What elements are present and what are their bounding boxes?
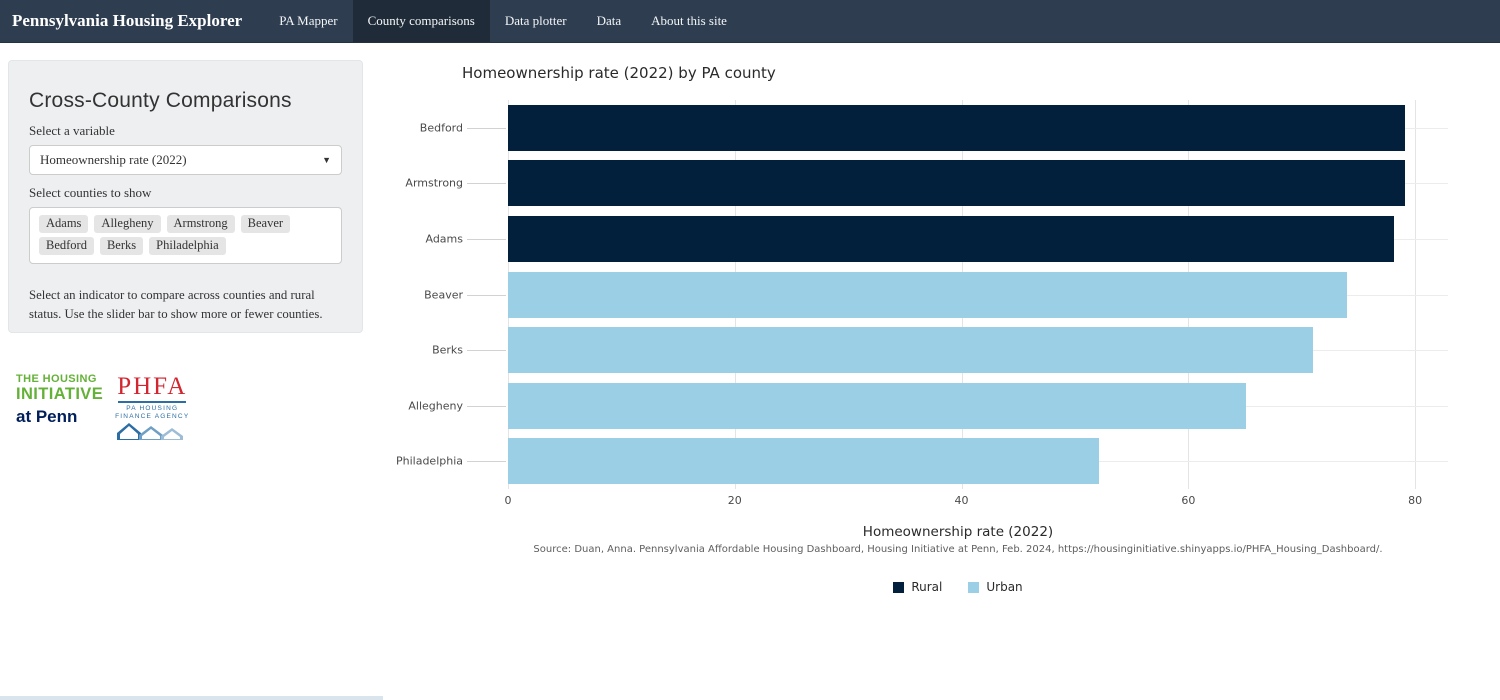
chevron-down-icon: ▼ <box>322 155 331 165</box>
y-label-bedford: Bedford <box>420 121 463 134</box>
county-tag-bedford[interactable]: Bedford <box>39 237 94 255</box>
bar-bedford[interactable] <box>508 105 1405 151</box>
y-label-beaver: Beaver <box>424 288 463 301</box>
y-tick-bedford <box>467 128 506 129</box>
nav-tab-data[interactable]: Data <box>582 0 637 42</box>
y-tick-allegheny <box>467 406 506 407</box>
county-tag-adams[interactable]: Adams <box>39 215 88 233</box>
top-navbar: Pennsylvania Housing Explorer PA MapperC… <box>0 0 1500 43</box>
hip-logo-line3: at Penn <box>16 408 103 425</box>
y-tick-beaver <box>467 295 506 296</box>
chart-plot-area <box>508 100 1448 489</box>
bar-berks[interactable] <box>508 327 1313 373</box>
bar-adams[interactable] <box>508 216 1394 262</box>
y-label-allegheny: Allegheny <box>408 399 463 412</box>
counties-multiselect[interactable]: Adams Allegheny Armstrong Beaver Bedford Berk… <box>29 207 342 264</box>
legend-label-rural: Rural <box>911 580 942 594</box>
legend-item-urban[interactable]: Urban <box>968 580 1022 594</box>
y-tick-philadelphia <box>467 461 506 462</box>
bar-beaver[interactable] <box>508 272 1347 318</box>
variable-select-value: Homeownership rate (2022) <box>40 152 187 168</box>
phfa-logo-word: PHFA <box>117 374 187 399</box>
county-tag-philadelphia[interactable]: Philadelphia <box>149 237 226 255</box>
chart-legend: Rural Urban <box>468 580 1448 594</box>
hip-logo-line1: THE HOUSING <box>16 374 103 385</box>
y-label-philadelphia: Philadelphia <box>396 455 463 468</box>
phfa-logo-rule <box>118 401 186 403</box>
y-tick-berks <box>467 350 506 351</box>
app-brand[interactable]: Pennsylvania Housing Explorer <box>0 0 264 42</box>
legend-swatch-urban <box>968 582 979 593</box>
sidebar-title: Cross-County Comparisons <box>29 89 342 113</box>
chart-source-note: Source: Duan, Anna. Pennsylvania Afforda… <box>468 544 1448 555</box>
county-tag-berks[interactable]: Berks <box>100 237 143 255</box>
variable-select[interactable]: Homeownership rate (2022) ▼ <box>29 145 342 175</box>
chart-title: Homeownership rate (2022) by PA county <box>462 64 776 82</box>
chart-y-axis-labels: Bedford Armstrong Adams Beaver Berks Alleghen… <box>383 100 463 489</box>
bar-allegheny[interactable] <box>508 383 1246 429</box>
bar-philadelphia[interactable] <box>508 438 1099 484</box>
housing-initiative-logo: THE HOUSING INITIATIVE at Penn <box>16 374 103 425</box>
x-tick-label-80: 80 <box>1408 494 1422 507</box>
phfa-logo: PHFA PA HOUSINGFINANCE AGENCY <box>115 374 189 441</box>
legend-swatch-rural <box>893 582 904 593</box>
bottom-panel-edge <box>0 696 383 700</box>
x-tick-label-0: 0 <box>505 494 512 507</box>
county-tag-beaver[interactable]: Beaver <box>241 215 290 233</box>
x-tick-label-20: 20 <box>728 494 742 507</box>
y-label-armstrong: Armstrong <box>405 177 463 190</box>
nav-tab-about-this-site[interactable]: About this site <box>636 0 742 42</box>
y-tick-adams <box>467 239 506 240</box>
sidebar-panel: Cross-County Comparisons Select a variab… <box>8 60 363 333</box>
footer-logos: THE HOUSING INITIATIVE at Penn PHFA PA H… <box>16 374 189 441</box>
county-tag-allegheny[interactable]: Allegheny <box>94 215 160 233</box>
bar-armstrong[interactable] <box>508 160 1405 206</box>
variable-select-label: Select a variable <box>29 123 342 139</box>
legend-label-urban: Urban <box>986 580 1022 594</box>
y-label-adams: Adams <box>425 232 463 245</box>
phfa-logo-subtext: PA HOUSINGFINANCE AGENCY <box>115 405 189 422</box>
y-tick-armstrong <box>467 183 506 184</box>
nav-tabs: PA MapperCounty comparisonsData plotterD… <box>264 0 742 42</box>
nav-tab-data-plotter[interactable]: Data plotter <box>490 0 582 42</box>
hip-logo-line2: INITIATIVE <box>16 386 103 403</box>
nav-tab-pa-mapper[interactable]: PA Mapper <box>264 0 352 42</box>
legend-item-rural[interactable]: Rural <box>893 580 942 594</box>
counties-select-label: Select counties to show <box>29 185 342 201</box>
x-tick-label-40: 40 <box>955 494 969 507</box>
x-tick-label-60: 60 <box>1181 494 1195 507</box>
phfa-roofs-icon <box>117 423 187 441</box>
chart-x-axis-ticks: 0 20 40 60 80 <box>508 494 1448 508</box>
nav-tab-county-comparisons[interactable]: County comparisons <box>353 0 490 42</box>
sidebar-helper-text: Select an indicator to compare across co… <box>29 286 342 324</box>
chart-x-axis-title: Homeownership rate (2022) <box>468 524 1448 540</box>
chart-footer: Homeownership rate (2022) Source: Duan, … <box>468 524 1448 594</box>
y-label-berks: Berks <box>432 344 463 357</box>
county-tag-armstrong[interactable]: Armstrong <box>167 215 235 233</box>
